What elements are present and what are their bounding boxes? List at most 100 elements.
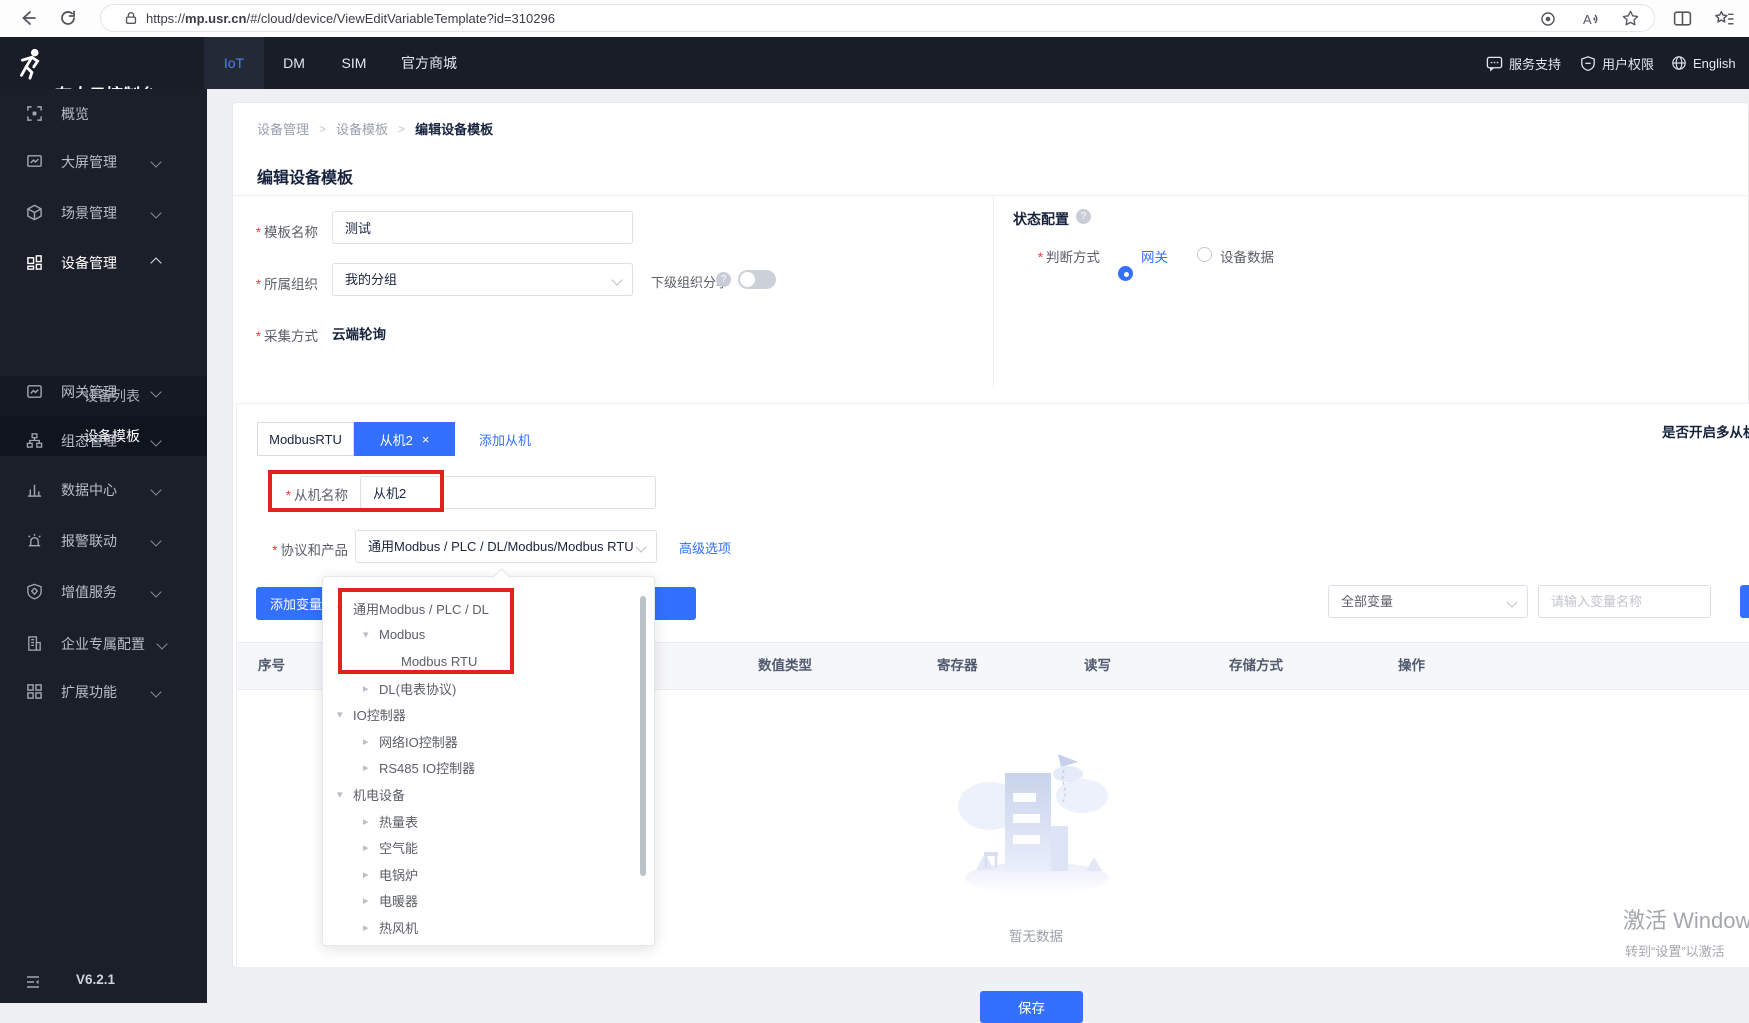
sidebar-item-enterprise[interactable]: 企业专属配置 — [0, 627, 207, 660]
caret-right-icon[interactable]: ▸ — [363, 682, 379, 695]
radio-gateway-label[interactable]: 网关 — [1141, 246, 1168, 266]
caret-down-icon[interactable]: ▾ — [337, 788, 353, 801]
tree-item-modbus-rtu[interactable]: Modbus RTU — [323, 648, 654, 675]
tree-item[interactable]: ▸ 电锅炉 — [323, 861, 654, 888]
caret-right-icon[interactable]: ▸ — [363, 921, 379, 934]
sidebar-item-device[interactable]: 设备管理 — [0, 246, 207, 279]
col-actions: 操作 — [1398, 658, 1425, 673]
collect-label: * 采集方式 — [255, 329, 318, 344]
chevron-down-icon — [150, 155, 162, 168]
sidebar-item-vas[interactable]: 增值服务 — [0, 575, 207, 608]
location-icon[interactable] — [1539, 10, 1557, 28]
windows-watermark-line1: 激活 Windows — [1623, 908, 1749, 933]
read-aloud-icon[interactable]: A — [1581, 9, 1601, 29]
caret-right-icon[interactable]: ▸ — [363, 841, 379, 854]
chevron-down-icon — [150, 534, 162, 547]
col-storage: 存储方式 — [1229, 658, 1283, 673]
nav-language[interactable]: English — [1671, 53, 1736, 73]
radio-gateway[interactable] — [1118, 266, 1133, 281]
breadcrumb-device-mgmt[interactable]: 设备管理 — [257, 119, 309, 138]
split-screen-icon[interactable] — [1672, 8, 1693, 29]
protocol-select[interactable]: 通用Modbus / PLC / DL/Modbus/Modbus RTU — [355, 530, 657, 563]
caret-down-icon[interactable]: ▾ — [337, 708, 353, 721]
help-icon[interactable]: ? — [1076, 209, 1091, 224]
tree-item[interactable]: ▸ 网络IO控制器 — [323, 728, 654, 755]
caret-right-icon[interactable]: ▸ — [363, 761, 379, 774]
chevron-down-icon — [150, 206, 162, 219]
scada-icon — [26, 432, 43, 449]
back-icon[interactable] — [18, 8, 38, 28]
nav-tab-sim[interactable]: SIM — [324, 37, 384, 89]
radio-device-data[interactable] — [1197, 247, 1212, 262]
tree-item[interactable]: ▾ Modbus — [323, 622, 654, 649]
nav-tab-mall[interactable]: 官方商城 — [384, 37, 474, 89]
protocol-dropdown: ▾ 通用Modbus / PLC / DL ▾ Modbus Modbus RTU … — [322, 576, 655, 946]
caret-right-icon[interactable]: ▸ — [363, 735, 379, 748]
section-divider — [993, 196, 994, 388]
version-label: V6.2.1 — [76, 972, 116, 987]
sidebar-item-gateway[interactable]: 网关管理 — [0, 375, 207, 408]
share-toggle[interactable] — [738, 270, 776, 289]
caret-right-icon[interactable]: ▸ — [363, 868, 379, 881]
nav-permission[interactable]: 用户权限 — [1580, 53, 1654, 73]
tree-item[interactable]: ▸ 热量表 — [323, 808, 654, 835]
tab-slave2[interactable]: 从机2 × — [354, 422, 455, 456]
add-slave-link[interactable]: 添加从机 — [479, 430, 531, 449]
nav-support[interactable]: 服务支持 — [1486, 53, 1561, 73]
close-icon[interactable]: × — [422, 432, 430, 447]
collapse-sidebar-icon[interactable] — [24, 973, 42, 991]
template-name-input[interactable] — [332, 211, 633, 244]
sidebar-item-scada[interactable]: 组态管理 — [0, 424, 207, 457]
gateway-icon — [26, 383, 43, 400]
breadcrumb-device-template[interactable]: 设备模板 — [336, 119, 388, 138]
col-readwrite: 读写 — [1084, 658, 1111, 673]
tree-item[interactable]: ▸ RS485 IO控制器 — [323, 755, 654, 782]
sidebar-item-bigscreen[interactable]: 大屏管理 — [0, 145, 207, 178]
favorites-bar-icon[interactable] — [1714, 8, 1735, 29]
sidebar-item-scene[interactable]: 场景管理 — [0, 196, 207, 229]
col-register: 寄存器 — [937, 658, 978, 673]
nav-tab-dm[interactable]: DM — [264, 37, 324, 89]
tree-item[interactable]: ▾ IO控制器 — [323, 701, 654, 728]
variable-search-input[interactable] — [1538, 585, 1711, 618]
radio-device-data-label[interactable]: 设备数据 — [1220, 246, 1274, 266]
sidebar-item-overview[interactable]: 概览 — [0, 97, 207, 130]
tree-item[interactable]: ▸ 空气能 — [323, 834, 654, 861]
tree-item[interactable]: ▾ 通用Modbus / PLC / DL — [323, 595, 654, 622]
refresh-icon[interactable] — [58, 8, 78, 28]
dropdown-scrollbar[interactable] — [640, 596, 646, 876]
sidebar-item-alarm[interactable]: 报警联动 — [0, 524, 207, 557]
globe-icon — [1671, 55, 1687, 71]
caret-down-icon[interactable]: ▾ — [337, 602, 353, 615]
tree-item[interactable]: ▸ 电暖器 — [323, 888, 654, 915]
title-divider — [234, 195, 1749, 196]
search-button[interactable] — [1740, 585, 1749, 618]
caret-right-icon[interactable]: ▸ — [363, 894, 379, 907]
screen-icon — [26, 153, 43, 170]
save-button[interactable]: 保存 — [980, 991, 1083, 1023]
tree-item[interactable]: ▸ 热风机 — [323, 914, 654, 941]
sidebar: 概览 大屏管理 场景管理 设备管理 设备列表 设备模板 网关管理 组态管理 数据… — [0, 89, 207, 1003]
sidebar-item-extension[interactable]: 扩展功能 — [0, 675, 207, 708]
scene-icon — [26, 204, 43, 221]
caret-right-icon[interactable]: ▸ — [363, 815, 379, 828]
org-select[interactable]: 我的分组 — [332, 263, 633, 296]
col-datatype: 数值类型 — [758, 658, 812, 673]
address-bar[interactable]: https://mp.usr.cn/#/cloud/device/ViewEdi… — [100, 4, 1655, 32]
shield-diamond-icon — [26, 583, 43, 600]
collect-value: 云端轮询 — [332, 327, 386, 342]
caret-down-icon[interactable]: ▾ — [363, 628, 379, 641]
chevron-down-icon — [150, 434, 162, 447]
tree-item[interactable]: ▾ 机电设备 — [323, 781, 654, 808]
favorite-star-icon[interactable] — [1621, 9, 1640, 28]
nav-tab-iot[interactable]: IoT — [204, 37, 264, 89]
advanced-options-link[interactable]: 高级选项 — [679, 538, 731, 557]
slave-name-input[interactable] — [360, 476, 656, 509]
url-text[interactable]: https://mp.usr.cn/#/cloud/device/ViewEdi… — [146, 5, 555, 33]
tree-item[interactable]: ▸ DL(电表协议) — [323, 675, 654, 702]
tab-modbusrtu[interactable]: ModbusRTU — [257, 422, 354, 456]
sidebar-item-datacenter[interactable]: 数据中心 — [0, 473, 207, 506]
help-icon[interactable]: ? — [716, 272, 731, 287]
breadcrumb-current: 编辑设备模板 — [415, 122, 494, 137]
variable-filter-select[interactable]: 全部变量 — [1328, 585, 1528, 618]
